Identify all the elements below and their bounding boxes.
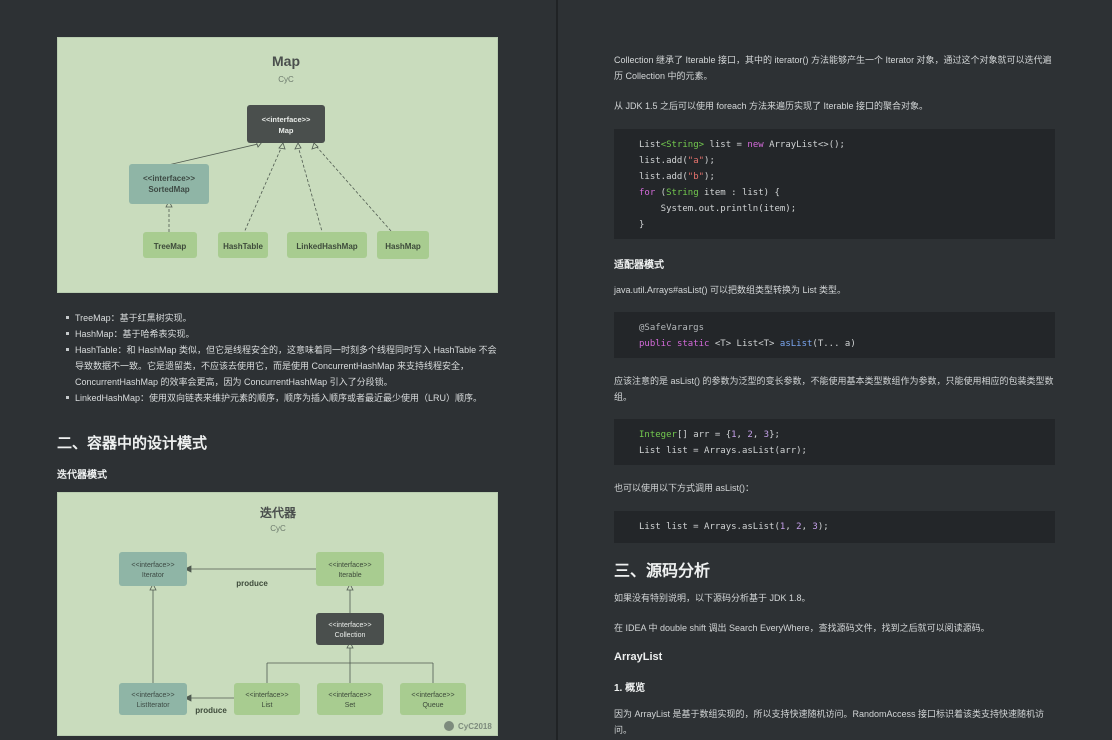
map-implementations-list: TreeMap：基于红黑树实现。 HashMap：基于哈希表实现。 HashTa…: [66, 310, 498, 406]
overview-heading: 1. 概览: [614, 683, 646, 694]
code-line: Integer[] arr = {1, 2, 3};: [639, 430, 780, 440]
iterator-interface-node: <<interface>> Iterator: [119, 552, 187, 586]
svg-text:<<interface>>: <<interface>>: [131, 692, 174, 699]
list-item: HashMap：基于哈希表实现。: [66, 326, 498, 342]
code-line: @SafeVarargs: [639, 323, 705, 333]
sortedmap-interface-node: <<interface>> SortedMap: [129, 164, 209, 204]
svg-text:HashTable: HashTable: [223, 242, 263, 251]
aslist-paragraph: java.util.Arrays#asList() 可以把数组类型转换为 Lis…: [614, 285, 847, 295]
section-3-heading: 三、源码分析: [614, 563, 711, 580]
map-hierarchy-figure: Map CyC <<interface>> Map <<interface>> …: [57, 37, 498, 293]
list-item: TreeMap：基于红黑树实现。: [66, 310, 498, 326]
cyc-watermark: CyC2018: [444, 721, 492, 731]
svg-text:TreeMap: TreeMap: [154, 242, 187, 251]
iterable-interface-node: <<interface>> Iterable: [316, 552, 384, 586]
listiterator-interface-node: <<interface>> ListIterator: [119, 683, 187, 715]
svg-text:Map: Map: [279, 126, 294, 135]
svg-text:<<interface>>: <<interface>>: [328, 692, 371, 699]
svg-text:ListIterator: ListIterator: [136, 702, 170, 709]
svg-text:Set: Set: [345, 702, 356, 709]
linkedhashmap-to-map-arrow: [297, 145, 324, 236]
list-item: LinkedHashMap：使用双向链表来维护元素的顺序，顺序为插入顺序或者最近…: [66, 390, 498, 406]
code-line: list.add("a");: [639, 156, 715, 166]
arraylist-heading: ArrayList: [614, 651, 663, 663]
produce-label-bottom: produce: [195, 706, 227, 715]
list-item: HashTable：和 HashMap 类似，但它是线程安全的，这意味着同一时刻…: [66, 342, 498, 390]
set-interface-node: <<interface>> Set: [317, 683, 383, 715]
iterator-pattern-figure: 迭代器 CyC produce produce <<interface>> It…: [57, 492, 498, 736]
svg-text:<<interface>>: <<interface>>: [143, 174, 195, 183]
overview-paragraph: 因为 ArrayList 是基于数组实现的，所以支持快速随机访问。RandomA…: [614, 709, 1045, 735]
code-line: List list = Arrays.asList(1, 2, 3);: [639, 522, 829, 532]
aslist-note-paragraph: 应该注意的是 asList() 的参数为泛型的变长参数，不能使用基本类型数组作为…: [614, 376, 1054, 402]
jdk-version-paragraph: 如果没有特别说明，以下源码分析基于 JDK 1.8。: [614, 593, 811, 603]
left-page: Map CyC <<interface>> Map <<interface>> …: [0, 0, 556, 740]
code-line: List list = Arrays.asList(arr);: [639, 446, 807, 456]
hashmap-to-map-arrow: [315, 145, 392, 232]
list-interface-node: <<interface>> List: [234, 683, 300, 715]
section-2-heading: 二、容器中的设计模式: [57, 435, 208, 452]
collection-paragraph: Collection 继承了 Iterable 接口，其中的 iterator(…: [614, 55, 1052, 81]
iterator-figure-subtitle: CyC: [270, 524, 286, 533]
svg-text:<<interface>>: <<interface>>: [245, 692, 288, 699]
svg-text:Iterator: Iterator: [142, 572, 165, 579]
hashmap-node: HashMap: [377, 231, 429, 259]
code-line: for (String item : list) {: [639, 188, 780, 198]
svg-text:<<interface>>: <<interface>>: [411, 692, 454, 699]
hashtable-node: HashTable: [218, 232, 268, 258]
map-interface-node: <<interface>> Map: [247, 105, 325, 143]
svg-text:<<interface>>: <<interface>>: [262, 115, 311, 124]
foreach-paragraph: 从 JDK 1.5 之后可以使用 foreach 方法来遍历实现了 Iterab…: [614, 101, 929, 111]
sortedmap-to-map-arrow: [167, 143, 259, 166]
svg-text:Collection: Collection: [335, 632, 366, 639]
svg-text:List: List: [262, 702, 273, 709]
svg-text:SortedMap: SortedMap: [148, 185, 189, 194]
aslist-alternative-paragraph: 也可以使用以下方式调用 asList()：: [614, 483, 755, 493]
produce-label-top: produce: [236, 579, 268, 588]
svg-text:<<interface>>: <<interface>>: [328, 622, 371, 629]
hashtable-to-map-arrow: [242, 145, 283, 236]
adapter-pattern-heading: 适配器模式: [614, 260, 664, 271]
svg-text:Iterable: Iterable: [338, 572, 361, 579]
svg-text:LinkedHashMap: LinkedHashMap: [296, 242, 357, 251]
treemap-node: TreeMap: [143, 232, 197, 258]
svg-text:<<interface>>: <<interface>>: [131, 562, 174, 569]
code-line: }: [639, 220, 645, 230]
svg-text:HashMap: HashMap: [385, 242, 421, 251]
svg-text:Queue: Queue: [422, 702, 443, 709]
idea-tip-paragraph: 在 IDEA 中 double shift 调出 Search EveryWhe…: [614, 623, 990, 633]
code-line: list.add("b");: [639, 172, 715, 182]
svg-text:CyC2018: CyC2018: [458, 722, 492, 731]
code-line: System.out.println(item);: [639, 204, 797, 214]
linkedhashmap-node: LinkedHashMap: [287, 232, 367, 258]
code-line: public static <T> List<T> asList(T... a): [639, 339, 856, 349]
queue-interface-node: <<interface>> Queue: [400, 683, 466, 715]
iterator-figure-title: 迭代器: [260, 505, 297, 520]
code-line: List<String> list = new ArrayList<>();: [639, 140, 845, 150]
iterator-pattern-heading: 迭代器模式: [57, 470, 107, 481]
map-figure-title: Map: [272, 53, 300, 69]
aslist-varargs-code-block: List list = Arrays.asList(1, 2, 3);: [614, 511, 1055, 543]
foreach-code-block: List<String> list = new ArrayList<>(); li…: [614, 129, 1055, 239]
map-figure-subtitle: CyC: [278, 75, 294, 84]
collection-interface-node: <<interface>> Collection: [316, 613, 384, 645]
aslist-signature-code-block: @SafeVarargs public static <T> List<T> as…: [614, 312, 1055, 358]
svg-text:<<interface>>: <<interface>>: [328, 562, 371, 569]
integer-array-code-block: Integer[] arr = {1, 2, 3}; List list = Ar…: [614, 419, 1055, 465]
